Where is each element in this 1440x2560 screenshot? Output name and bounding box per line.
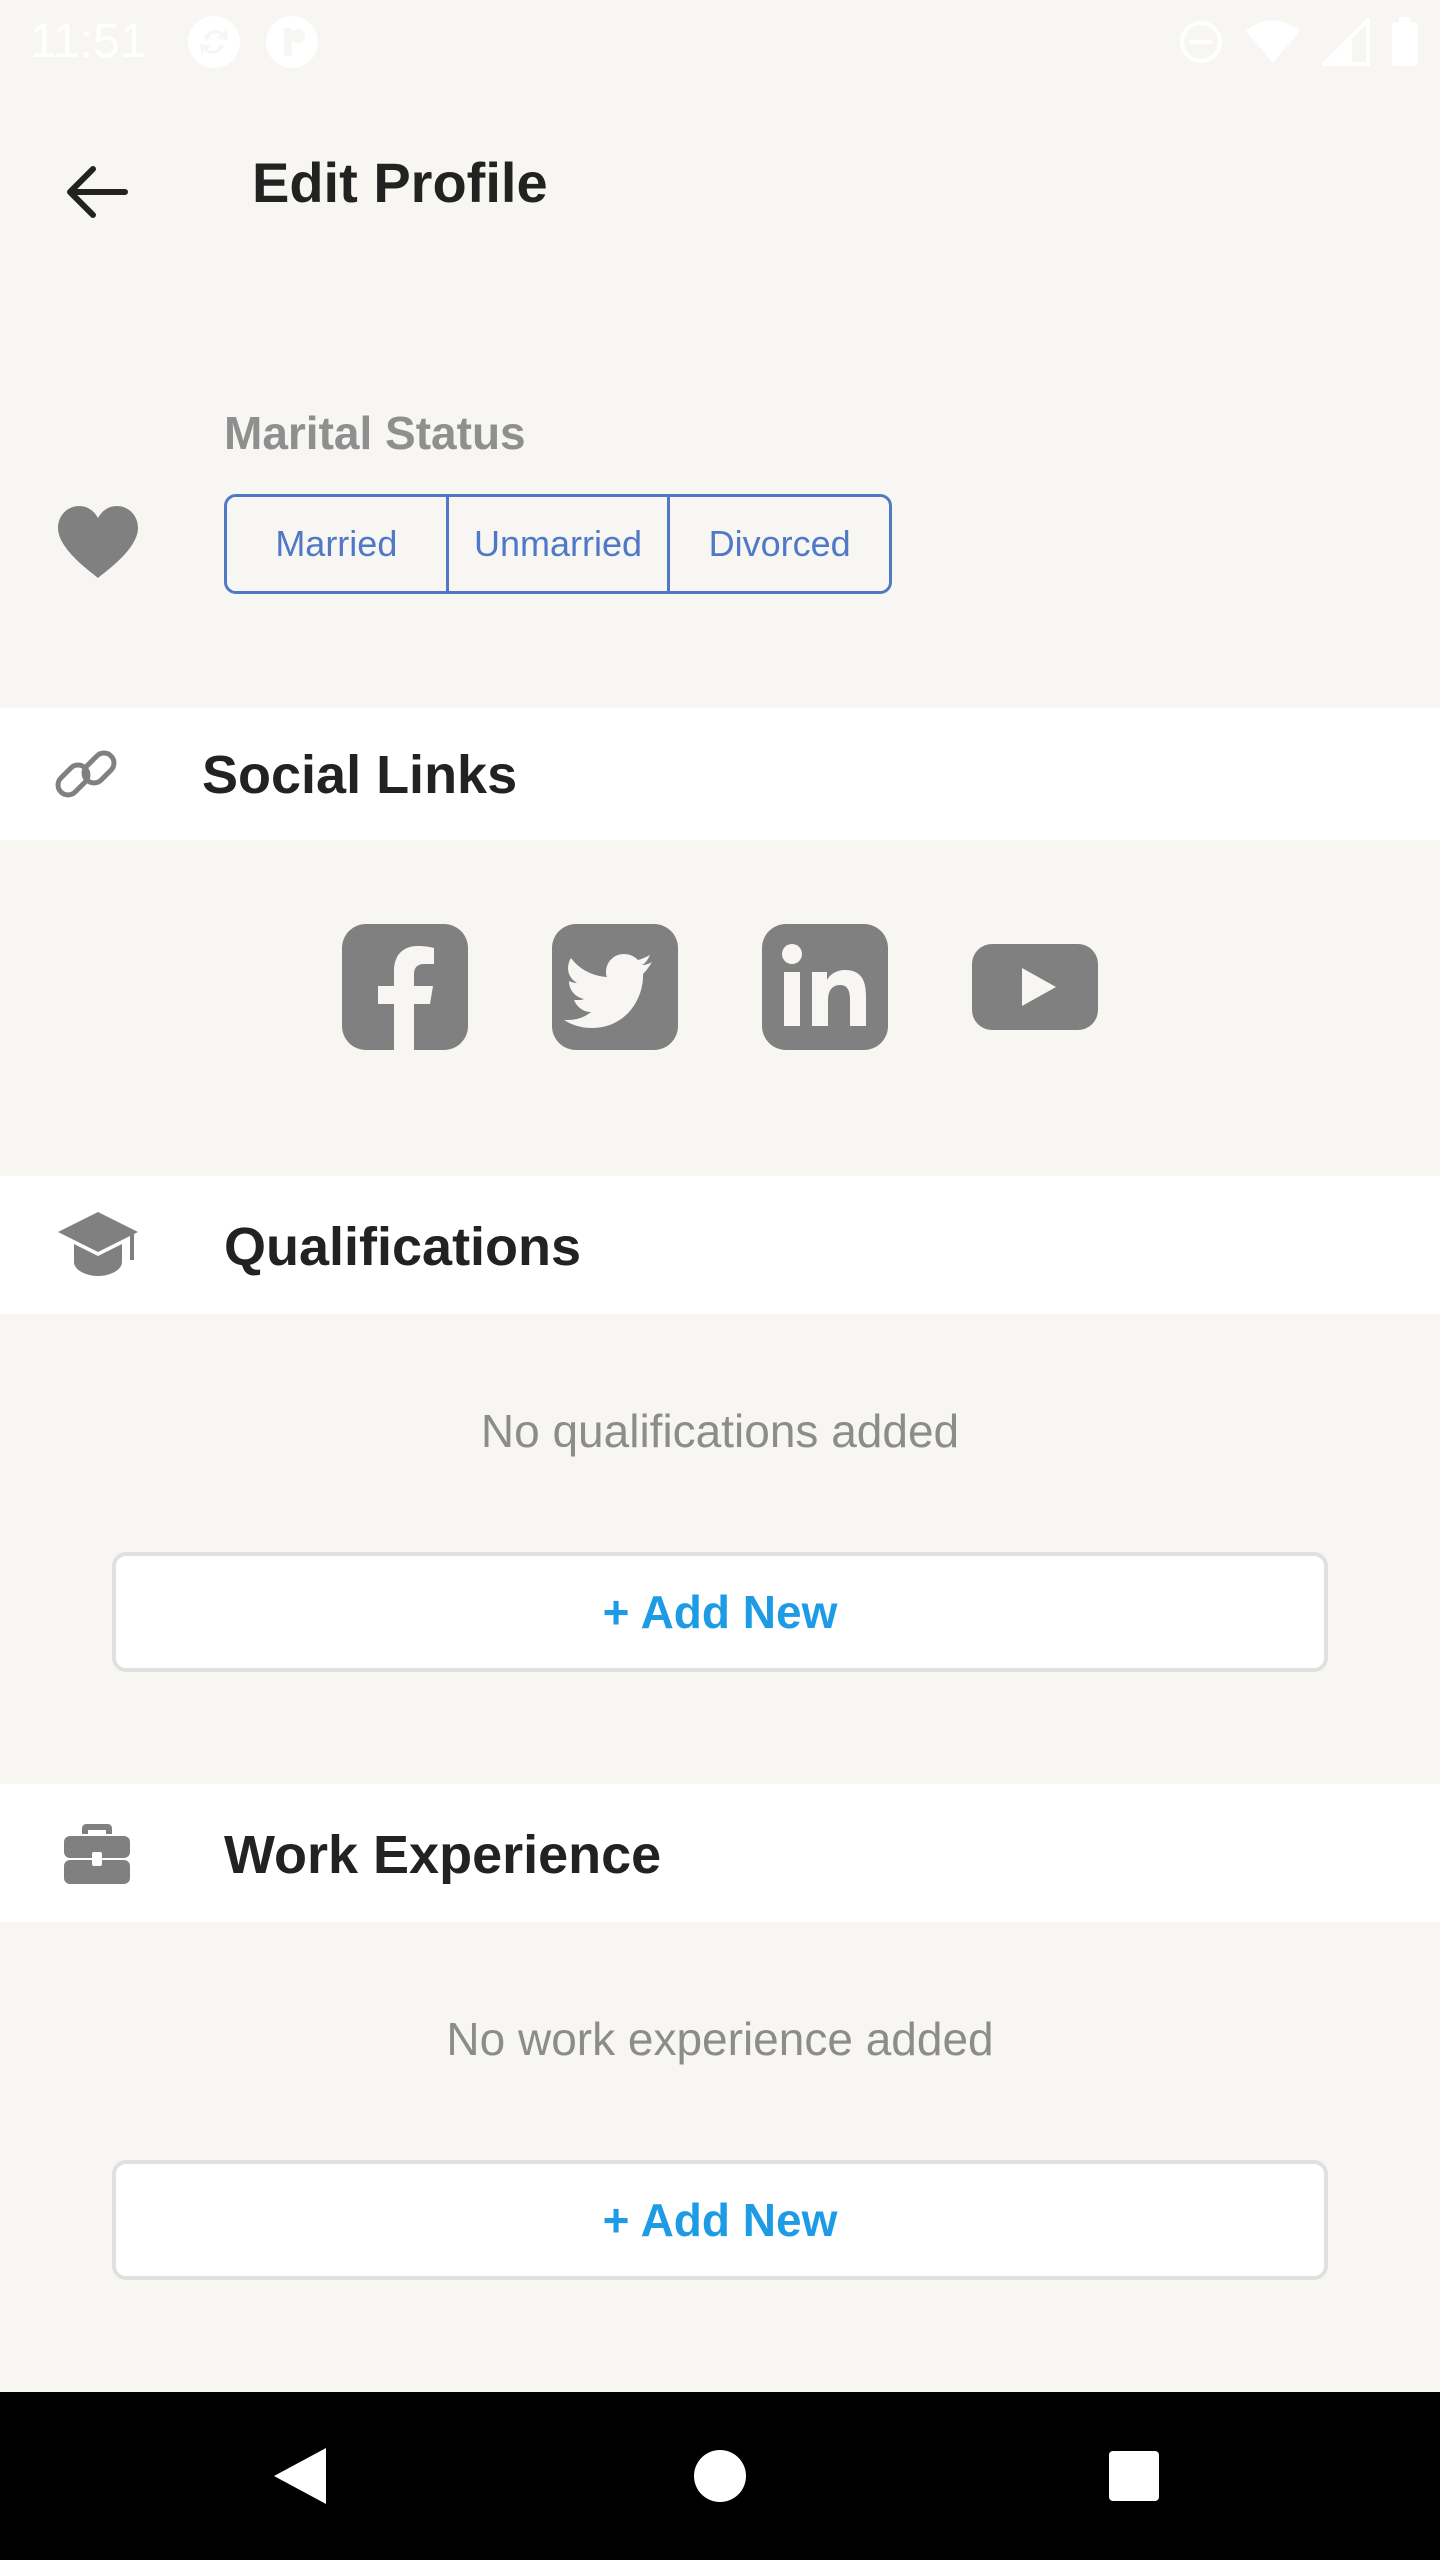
do-not-disturb-icon [1180,21,1222,63]
circle-home-icon [694,2450,746,2502]
graduation-cap-icon [56,1208,140,1282]
marital-option-married[interactable]: Married [227,497,446,591]
back-button[interactable] [40,136,152,248]
nav-recents-button[interactable] [1084,2426,1184,2526]
battery-icon [1392,17,1418,66]
sync-app-icon [188,16,240,68]
social-links-header: Social Links [0,708,1440,840]
triangle-back-icon [274,2448,326,2504]
arrow-left-icon [67,166,128,218]
briefcase-icon [62,1820,132,1886]
qualifications-header: Qualifications [0,1176,1440,1314]
notification-app-icon [266,16,318,68]
nav-home-button[interactable] [670,2426,770,2526]
work-experience-header: Work Experience [0,1784,1440,1922]
wifi-icon [1246,20,1300,63]
top-app-bar: Edit Profile [0,84,1440,280]
youtube-icon[interactable] [972,924,1098,1050]
add-work-experience-button[interactable]: + Add New [112,2160,1328,2280]
status-bar: 11:51 [0,0,1440,84]
qualifications-title: Qualifications [224,1217,582,1277]
social-icons-row [0,924,1440,1054]
social-links-title: Social Links [202,745,518,805]
page-title: Edit Profile [252,151,548,214]
status-time: 11:51 [30,15,147,68]
work-experience-empty-message: No work experience added [446,2013,994,2065]
link-icon [50,738,122,810]
status-indicators [1178,16,1420,68]
heart-icon [58,506,138,578]
square-recents-icon [1109,2451,1159,2501]
linkedin-icon[interactable] [762,924,888,1050]
marital-option-unmarried[interactable]: Unmarried [445,497,668,591]
marital-option-divorced[interactable]: Divorced [667,497,889,591]
marital-status-selector: Married Unmarried Divorced [224,494,892,594]
work-experience-title: Work Experience [224,1825,662,1885]
qualifications-empty-message: No qualifications added [480,1405,960,1457]
nav-back-button[interactable] [250,2426,350,2526]
add-qualification-button[interactable]: + Add New [112,1552,1328,1672]
cell-signal-icon [1322,18,1370,66]
marital-status-label: Marital Status [224,407,526,459]
system-navigation-bar [0,2392,1440,2560]
facebook-icon[interactable] [342,924,468,1050]
twitter-icon[interactable] [552,924,678,1050]
